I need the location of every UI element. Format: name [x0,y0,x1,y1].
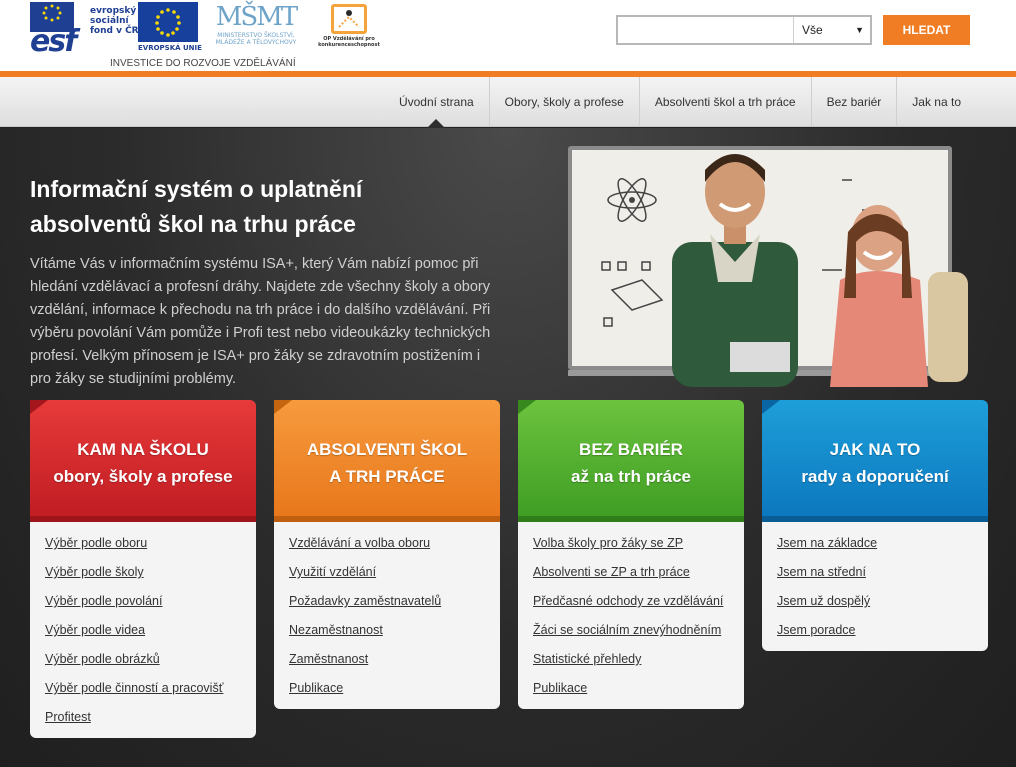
card-subtitle: obory, školy a profese [53,467,233,486]
link-vyber-videa[interactable]: Výběr podle videa [45,616,256,645]
link-absolventi-zp[interactable]: Absolventi se ZP a trh práce [533,558,744,587]
link-jsem-poradce[interactable]: Jsem poradce [777,616,988,645]
header: esf evropský sociální fond v ČR EVROPSKÁ… [0,0,1016,72]
eu-flag-icon [138,2,198,42]
active-caret-icon [427,119,446,128]
investment-tagline: INVESTICE DO ROZVOJE VZDĚLÁVÁNÍ [110,58,296,69]
hero-title: Informační systém o uplatnění absolventů… [30,172,450,242]
link-predcasne-odchody[interactable]: Předčasné odchody ze vzdělávání [533,587,744,616]
card-bez-barier: BEZ BARIÉR až na trh práce Volba školy p… [518,400,744,709]
card-jak-na-to: JAK NA TO rady a doporučení Jsem na zákl… [762,400,988,651]
nav-item-fields[interactable]: Obory, školy a profese [488,77,639,127]
msmt-wordmark: MŠMT [215,2,298,32]
link-vyber-cinnosti[interactable]: Výběr podle činností a pracovišť [45,674,256,703]
card-title: JAK NA TO [829,440,921,459]
search-scope-select[interactable]: Vše ▼ [796,17,870,43]
link-publikace[interactable]: Publikace [289,674,500,703]
msmt-logo[interactable]: MŠMT MINISTERSTVO ŠKOLSTVÍ, MLÁDEŽE A TĚ… [202,2,310,54]
link-statisticke-prehledy[interactable]: Statistické přehledy [533,645,744,674]
nav-item-label: Obory, školy a profese [504,95,624,109]
search-input[interactable] [618,17,794,43]
hero-students-image [560,142,980,387]
esf-logo[interactable]: esf evropský sociální fond v ČR [30,2,139,59]
link-zamestnanost[interactable]: Zaměstnanost [289,645,500,674]
link-vyber-skoly[interactable]: Výběr podle školy [45,558,256,587]
card-ribbon-icon [274,400,292,414]
link-nezamestnanost[interactable]: Nezaměstnanost [289,616,500,645]
nav-item-home[interactable]: Úvodní strana [384,77,489,128]
card-kam-na-skolu: KAM NA ŠKOLU obory, školy a profese Výbě… [30,400,256,738]
card-ribbon-icon [518,400,536,414]
link-pozadavky[interactable]: Požadavky zaměstnavatelů [289,587,500,616]
link-publikace[interactable]: Publikace [533,674,744,703]
link-jsem-na-zakladce[interactable]: Jsem na základce [777,529,988,558]
nav-item-label: Bez bariér [826,95,882,109]
link-profitest[interactable]: Profitest [45,703,256,732]
card-title: ABSOLVENTI ŠKOL [306,440,468,459]
search-form: Vše ▼ [616,15,872,45]
hero-title-line1: Informační systém o uplatnění [30,176,363,202]
student-girl-illustration [810,202,970,387]
card-absolventi-skol: ABSOLVENTI ŠKOL A TRH PRÁCE Vzdělávání a… [274,400,500,709]
link-jsem-na-stredni[interactable]: Jsem na střední [777,558,988,587]
op-label: OP Vzdělávání pro konkurenceschopnost [318,36,380,48]
card-links: Volba školy pro žáky se ZP Absolventi se… [518,522,744,709]
nav-item-how-to[interactable]: Jak na to [896,77,976,127]
card-header[interactable]: KAM NA ŠKOLU obory, školy a profese [30,400,256,522]
search-button[interactable]: HLEDAT [883,15,970,45]
partner-logos: esf evropský sociální fond v ČR EVROPSKÁ… [30,2,390,70]
nav-item-graduates[interactable]: Absolventi škol a trh práce [638,77,811,127]
esf-wordmark: esf [30,24,77,59]
link-vyber-oboru[interactable]: Výběr podle oboru [45,529,256,558]
card-ribbon-icon [762,400,780,414]
card-header[interactable]: ABSOLVENTI ŠKOL A TRH PRÁCE [274,400,500,522]
card-ribbon-icon [30,400,48,414]
student-boy-illustration [660,142,810,387]
card-title: KAM NA ŠKOLU [77,440,209,459]
card-title: BEZ BARIÉR [579,440,683,459]
op-mark-icon [331,4,367,34]
eu-logo[interactable]: EVROPSKÁ UNIE [138,2,202,54]
card-subtitle: A TRH PRÁCE [329,467,445,486]
nav-item-barrier-free[interactable]: Bez bariér [810,77,897,127]
link-vzdelavani-volba[interactable]: Vzdělávání a volba oboru [289,529,500,558]
nav-item-label: Úvodní strana [398,95,474,109]
link-socialni-znevyhodneni[interactable]: Žáci se sociálním znevýhodněním [533,616,744,645]
msmt-label: MINISTERSTVO ŠKOLSTVÍ, MLÁDEŽE A TĚLOVÝC… [215,32,297,46]
link-volba-skoly-zp[interactable]: Volba školy pro žáky se ZP [533,529,744,558]
nav-item-label: Jak na to [912,95,961,109]
link-vyuziti-vzdelani[interactable]: Využití vzdělání [289,558,500,587]
card-subtitle: až na trh práce [571,467,691,486]
op-logo[interactable]: OP Vzdělávání pro konkurenceschopnost [314,4,384,56]
card-header[interactable]: JAK NA TO rady a doporučení [762,400,988,522]
link-jsem-dospely[interactable]: Jsem už dospělý [777,587,988,616]
card-links: Výběr podle oboru Výběr podle školy Výbě… [30,522,256,738]
card-header[interactable]: BEZ BARIÉR až na trh práce [518,400,744,522]
card-links: Vzdělávání a volba oboru Využití vzdělán… [274,522,500,709]
esf-subtitle: evropský sociální fond v ČR [90,6,139,36]
nav-item-label: Absolventi škol a trh práce [654,95,796,109]
search-scope-value: Vše [802,23,823,37]
eu-label: EVROPSKÁ UNIE [138,44,202,52]
hero-title-line2: absolventů škol na trhu práce [30,211,356,237]
main-nav: Úvodní strana Obory, školy a profese Abs… [0,77,1016,128]
link-vyber-povolani[interactable]: Výběr podle povolání [45,587,256,616]
hero-intro-text: Vítáme Vás v informačním systému ISA+, k… [30,256,491,387]
link-vyber-obrazku[interactable]: Výběr podle obrázků [45,645,256,674]
card-links: Jsem na základce Jsem na střední Jsem už… [762,522,988,651]
card-subtitle: rady a doporučení [801,467,949,486]
chevron-down-icon: ▼ [855,25,864,35]
